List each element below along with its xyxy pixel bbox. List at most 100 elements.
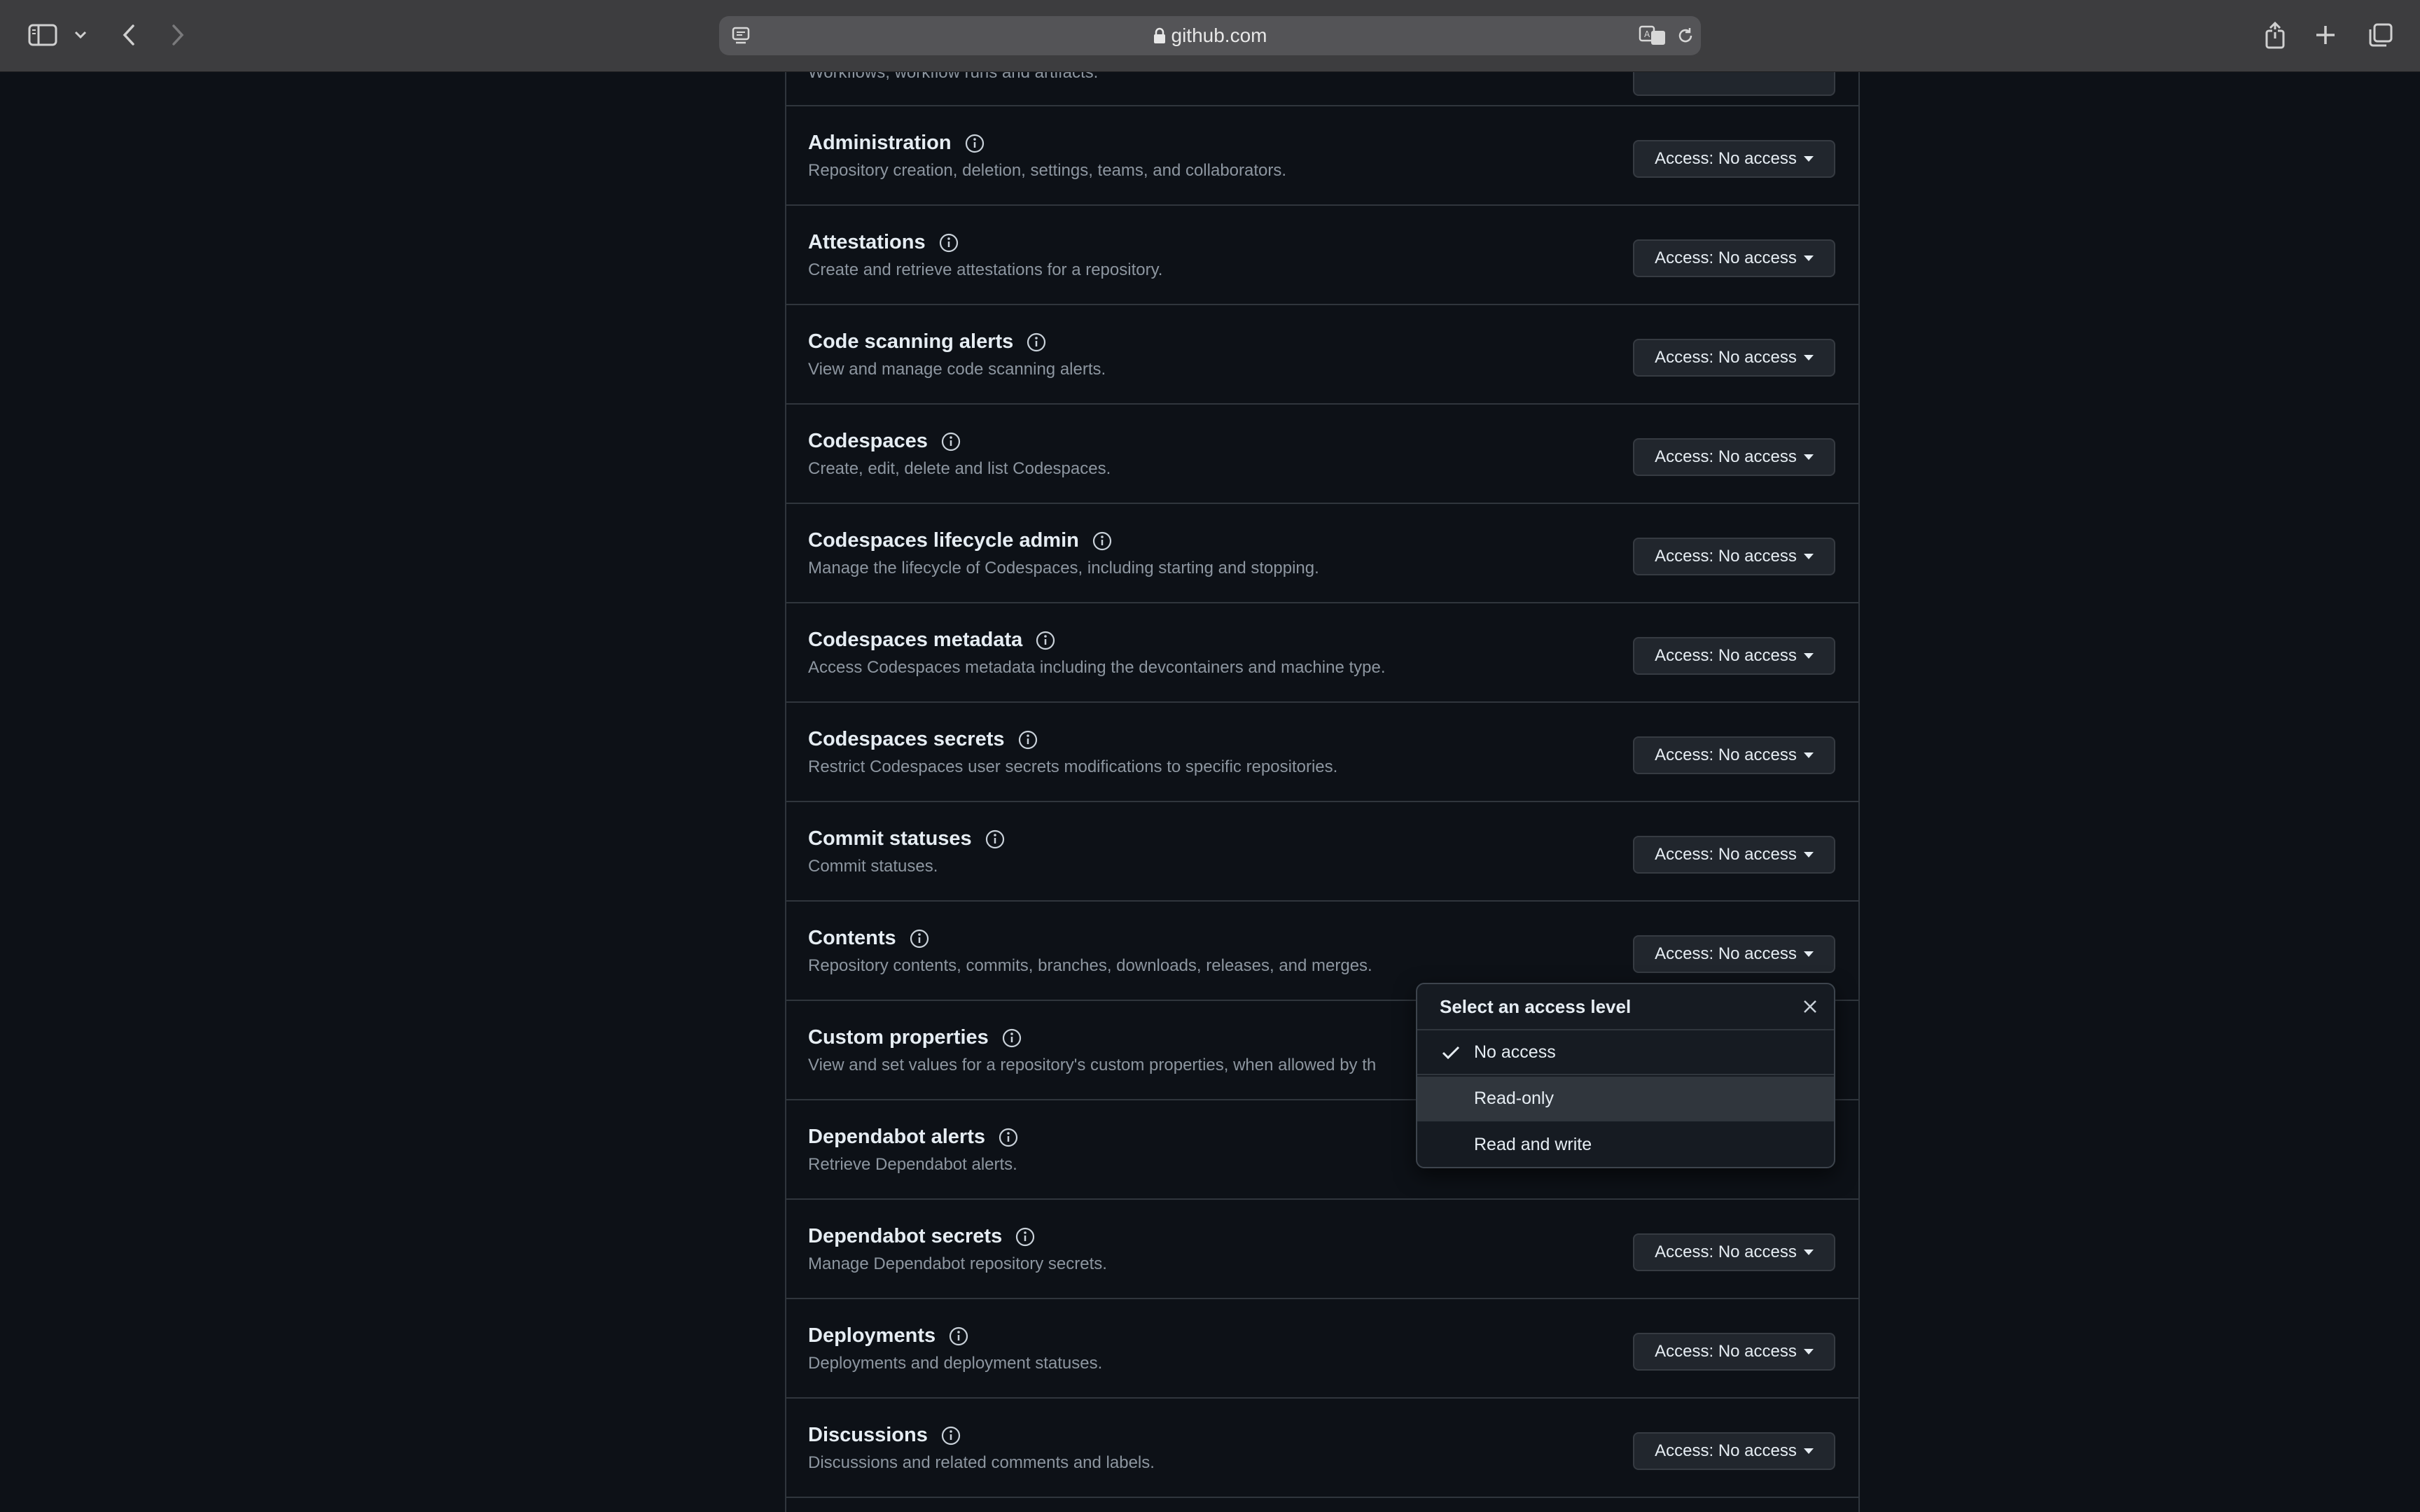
- permission-description: Discussions and related comments and lab…: [808, 1453, 1155, 1472]
- info-icon[interactable]: [1001, 1028, 1022, 1049]
- permission-row-attestations: Attestations Create and retrieve attesta…: [786, 206, 1858, 305]
- permission-description: Manage Dependabot repository secrets.: [808, 1254, 1107, 1273]
- svg-text:A: A: [1644, 29, 1650, 39]
- info-icon[interactable]: [985, 829, 1006, 850]
- share-icon: [2265, 21, 2285, 49]
- access-dropdown-button[interactable]: Access: No access: [1633, 836, 1835, 874]
- access-dropdown-button[interactable]: Access: No access: [1633, 736, 1835, 774]
- translate-icon[interactable]: A: [1639, 25, 1667, 46]
- permission-row-code-scanning-alerts: Code scanning alerts View and manage cod…: [786, 305, 1858, 405]
- info-icon[interactable]: [948, 1326, 969, 1347]
- menu-option-read-and-write[interactable]: Read and write: [1417, 1123, 1834, 1167]
- permission-description: Deployments and deployment statuses.: [808, 1354, 1103, 1373]
- caret-down-icon: [1803, 355, 1814, 360]
- access-dropdown-button[interactable]: Access: No access: [1633, 339, 1835, 377]
- menu-title: Select an access level: [1440, 996, 1632, 1017]
- tab-overview-button[interactable]: [2367, 21, 2395, 49]
- tabs-icon: [2369, 23, 2393, 47]
- caret-down-icon: [1803, 1448, 1814, 1454]
- permission-title: Deployments: [808, 1324, 969, 1348]
- caret-down-icon: [1803, 951, 1814, 957]
- permission-description: Create, edit, delete and list Codespaces…: [808, 459, 1111, 478]
- permission-row-codespaces-metadata: Codespaces metadata Access Codespaces me…: [786, 603, 1858, 703]
- permission-description: Workflows, workflow runs and artifacts.: [808, 72, 1099, 82]
- chevron-left-icon: [123, 24, 134, 46]
- permission-row-actions: Workflows, workflow runs and artifacts.: [786, 72, 1858, 106]
- access-dropdown-button[interactable]: [1633, 72, 1835, 96]
- permission-title: Codespaces secrets: [808, 728, 1038, 751]
- lock-icon: [1153, 27, 1165, 43]
- menu-option-read-only[interactable]: Read-only: [1417, 1077, 1834, 1121]
- browser-toolbar: github.com A: [0, 0, 2420, 72]
- access-level-menu: Select an access level No access Read-on…: [1416, 983, 1835, 1168]
- permission-title: Dependabot alerts: [808, 1126, 1019, 1149]
- access-dropdown-button[interactable]: Access: No access: [1633, 239, 1835, 277]
- caret-down-icon: [1803, 454, 1814, 460]
- permission-title: Contents: [808, 927, 930, 950]
- access-dropdown-button[interactable]: Access: No access: [1633, 1333, 1835, 1371]
- info-icon[interactable]: [1026, 332, 1047, 353]
- option-label: No access: [1474, 1042, 1556, 1062]
- close-button[interactable]: [1800, 997, 1820, 1020]
- access-dropdown-button[interactable]: Access: No access: [1633, 538, 1835, 575]
- info-icon[interactable]: [964, 133, 985, 154]
- new-tab-button[interactable]: [2313, 22, 2338, 48]
- access-dropdown-button[interactable]: Access: No access: [1633, 637, 1835, 675]
- sidebar-icon: [28, 24, 57, 46]
- permission-description: Access Codespaces metadata including the…: [808, 658, 1386, 677]
- sidebar-toggle-button[interactable]: [27, 21, 59, 49]
- tab-group-menu-button[interactable]: [70, 27, 91, 43]
- access-dropdown-button[interactable]: Access: No access: [1633, 438, 1835, 476]
- caret-down-icon: [1803, 156, 1814, 162]
- url-label: github.com: [1171, 24, 1267, 46]
- menu-option-no-access[interactable]: No access: [1417, 1030, 1834, 1075]
- caret-down-icon: [1803, 255, 1814, 261]
- access-dropdown-button[interactable]: Access: No access: [1633, 1432, 1835, 1470]
- permission-row-codespaces-lifecycle-admin: Codespaces lifecycle admin Manage the li…: [786, 504, 1858, 603]
- reload-icon[interactable]: [1676, 26, 1695, 46]
- permission-title: Attestations: [808, 231, 959, 254]
- permission-title: Codespaces: [808, 430, 961, 453]
- option-label: Read and write: [1474, 1135, 1592, 1154]
- permission-row-dependabot-secrets: Dependabot secrets Manage Dependabot rep…: [786, 1200, 1858, 1299]
- chevron-right-icon: [172, 24, 184, 46]
- plus-icon: [2316, 26, 2335, 44]
- permission-title: Commit statuses: [808, 827, 1006, 850]
- info-icon[interactable]: [1017, 729, 1038, 750]
- access-dropdown-button[interactable]: Access: No access: [1633, 935, 1835, 973]
- info-icon[interactable]: [909, 928, 930, 949]
- close-icon: [1804, 1000, 1816, 1013]
- info-icon[interactable]: [940, 431, 961, 452]
- info-icon[interactable]: [1092, 531, 1113, 552]
- permission-description: Restrict Codespaces user secrets modific…: [808, 757, 1338, 776]
- caret-down-icon: [1803, 554, 1814, 559]
- menu-header: Select an access level: [1417, 984, 1834, 1030]
- back-button[interactable]: [118, 21, 140, 49]
- info-icon[interactable]: [1035, 630, 1056, 651]
- caret-down-icon: [1803, 1250, 1814, 1255]
- permission-description: Commit statuses.: [808, 857, 938, 876]
- info-icon[interactable]: [938, 232, 959, 253]
- permission-title: Codespaces lifecycle admin: [808, 529, 1113, 552]
- access-dropdown-button[interactable]: Access: No access: [1633, 140, 1835, 178]
- caret-down-icon: [1803, 653, 1814, 659]
- permission-description: Retrieve Dependabot alerts.: [808, 1155, 1017, 1174]
- permission-title: Administration: [808, 132, 985, 155]
- permission-description: Repository contents, commits, branches, …: [808, 956, 1372, 975]
- permission-row-commit-statuses: Commit statuses Commit statuses. Access:…: [786, 802, 1858, 902]
- share-button[interactable]: [2262, 20, 2288, 50]
- caret-down-icon: [1803, 752, 1814, 758]
- permission-row-administration: Administration Repository creation, dele…: [786, 106, 1858, 206]
- permission-row-codespaces-secrets: Codespaces secrets Restrict Codespaces u…: [786, 703, 1858, 802]
- info-icon[interactable]: [1015, 1226, 1036, 1247]
- permission-title: Codespaces metadata: [808, 629, 1056, 652]
- permission-description: Manage the lifecycle of Codespaces, incl…: [808, 559, 1319, 578]
- option-label: Read-only: [1474, 1088, 1554, 1108]
- forward-button[interactable]: [167, 21, 189, 49]
- access-dropdown-button[interactable]: Access: No access: [1633, 1233, 1835, 1271]
- permission-row-codespaces: Codespaces Create, edit, delete and list…: [786, 405, 1858, 504]
- address-bar[interactable]: github.com A: [719, 16, 1701, 55]
- info-icon[interactable]: [940, 1425, 961, 1446]
- info-icon[interactable]: [998, 1127, 1019, 1148]
- permission-description: Repository creation, deletion, settings,…: [808, 161, 1287, 180]
